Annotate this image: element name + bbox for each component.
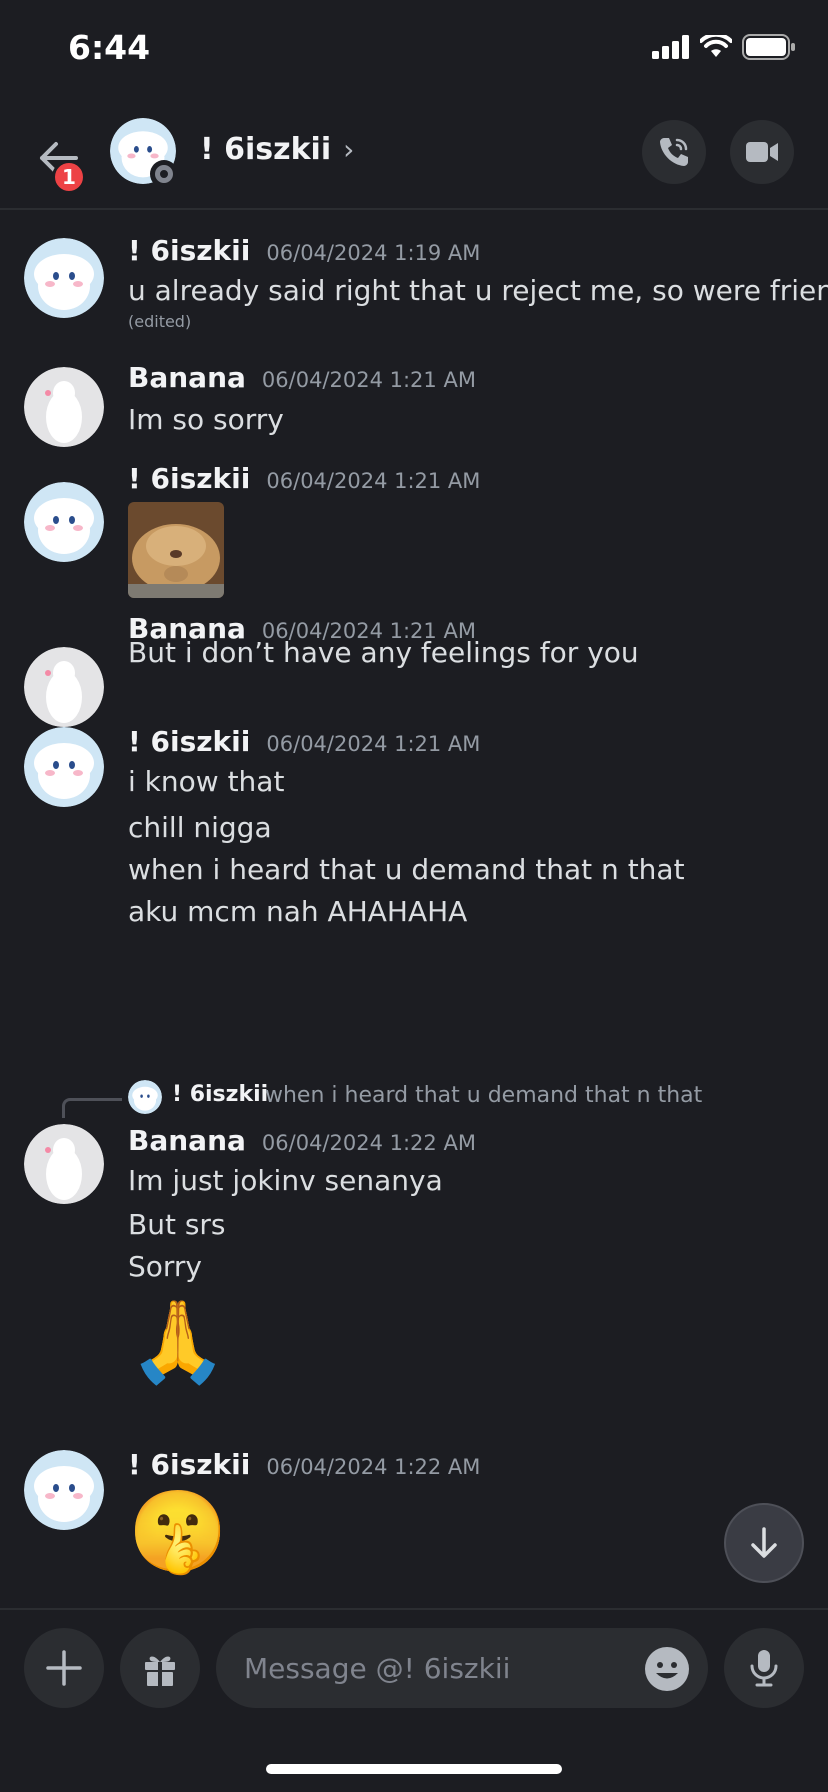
message-text: Sorry	[128, 1250, 203, 1283]
cat-face-image[interactable]	[128, 502, 224, 598]
message-header: ! 6iszkii 06/04/2024 1:21 AM	[128, 462, 480, 495]
message-item[interactable]: ! 6iszkii 06/04/2024 1:19 AM u already s…	[0, 212, 828, 332]
home-indicator[interactable]	[266, 1764, 562, 1774]
message-text: Im so sorry	[128, 403, 284, 436]
jump-to-present-button[interactable]	[724, 1503, 804, 1583]
message-item[interactable]: ! 6iszkii 06/04/2024 1:22 AM 🤫	[0, 1448, 828, 1607]
avatar[interactable]	[24, 1450, 104, 1530]
message-input[interactable]	[244, 1628, 624, 1708]
message-item[interactable]: ! 6iszkii 06/04/2024 1:21 AM	[0, 462, 828, 612]
message-author[interactable]: ! 6iszkii	[128, 462, 250, 495]
message-item[interactable]: ! 6iszkii 06/04/2024 1:21 AM i know that…	[0, 725, 828, 928]
message-timestamp: 06/04/2024 1:21 AM	[266, 732, 481, 756]
offline-status-indicator	[150, 160, 178, 188]
conversation-name[interactable]: ! 6iszkii ›	[200, 132, 354, 167]
microphone-icon	[750, 1650, 778, 1687]
gift-icon	[145, 1656, 175, 1686]
message-timestamp: 06/04/2024 1:21 AM	[261, 368, 476, 392]
message-author[interactable]: Banana	[128, 361, 246, 394]
message-text: u already said right that u reject me, s…	[128, 274, 828, 307]
message-header: ! 6iszkii 06/04/2024 1:19 AM	[128, 234, 480, 267]
status-time: 6:44	[68, 28, 151, 67]
conversation-name-label: ! 6iszkii	[200, 132, 332, 167]
video-call-button[interactable]	[730, 120, 794, 184]
message-author[interactable]: Banana	[128, 1124, 246, 1157]
reply-preview[interactable]: ! 6iszkii when i heard that u demand tha…	[0, 1074, 828, 1118]
reply-avatar	[128, 1080, 162, 1114]
message-timestamp: 06/04/2024 1:22 AM	[266, 1455, 481, 1479]
message-list[interactable]: ! 6iszkii 06/04/2024 1:19 AM u already s…	[0, 212, 828, 1607]
shushing-face-emoji[interactable]: 🤫	[128, 1484, 228, 1580]
phone-call-icon	[660, 138, 688, 166]
avatar[interactable]	[24, 367, 104, 447]
message-composer	[0, 1608, 828, 1708]
chat-header: 1 ! 6iszkii ›	[0, 100, 828, 210]
avatar[interactable]	[24, 1124, 104, 1204]
message-timestamp: 06/04/2024 1:21 AM	[266, 469, 481, 493]
chevron-right-icon: ›	[343, 133, 355, 166]
avatar[interactable]	[24, 482, 104, 562]
message-text: Im just jokinv senanya	[128, 1164, 443, 1197]
cellular-signal-icon	[652, 35, 689, 59]
message-header: ! 6iszkii 06/04/2024 1:21 AM	[128, 725, 480, 758]
message-text: i know that	[128, 765, 285, 798]
avatar[interactable]	[24, 647, 104, 727]
message-header: Banana 06/04/2024 1:21 AM	[128, 361, 476, 394]
message-item[interactable]: Banana 06/04/2024 1:21 AM Im so sorry	[0, 337, 828, 447]
voice-call-button[interactable]	[642, 120, 706, 184]
plus-icon	[46, 1650, 82, 1686]
message-author[interactable]: ! 6iszkii	[128, 234, 250, 267]
message-header: ! 6iszkii 06/04/2024 1:22 AM	[128, 1448, 480, 1481]
gift-button[interactable]	[120, 1628, 200, 1708]
message-item[interactable]: Banana 06/04/2024 1:22 AM Im just jokinv…	[0, 1124, 828, 1424]
voice-message-button[interactable]	[724, 1628, 804, 1708]
message-item[interactable]: Banana 06/04/2024 1:21 AM But i don’t ha…	[0, 612, 828, 727]
message-text: But i don’t have any feelings for you	[128, 636, 639, 669]
message-timestamp: 06/04/2024 1:22 AM	[261, 1131, 476, 1155]
message-author[interactable]: ! 6iszkii	[128, 1448, 250, 1481]
avatar[interactable]	[24, 727, 104, 807]
status-icons	[652, 34, 796, 60]
reply-connector	[62, 1098, 122, 1118]
message-author[interactable]: ! 6iszkii	[128, 725, 250, 758]
message-text: when i heard that u demand that n that	[128, 853, 685, 886]
video-camera-icon	[746, 142, 778, 162]
message-timestamp: 06/04/2024 1:19 AM	[266, 241, 481, 265]
avatar[interactable]	[24, 238, 104, 318]
edited-label: (edited)	[128, 312, 192, 331]
status-bar: 6:44	[0, 0, 828, 100]
wifi-icon	[700, 35, 732, 57]
emoji-icon[interactable]	[644, 1646, 690, 1692]
folded-hands-emoji[interactable]: 🙏	[128, 1294, 228, 1390]
reply-author: ! 6iszkii	[172, 1082, 269, 1107]
unread-badge: 1	[52, 160, 86, 194]
attach-button[interactable]	[24, 1628, 104, 1708]
message-text: chill nigga	[128, 811, 272, 844]
message-header: Banana 06/04/2024 1:22 AM	[128, 1124, 476, 1157]
reply-text: when i heard that u demand that n that	[265, 1083, 703, 1108]
reply-preview[interactable]	[0, 924, 828, 964]
message-input-container[interactable]	[216, 1628, 708, 1708]
message-text: But srs	[128, 1208, 226, 1241]
battery-icon	[742, 34, 795, 60]
arrow-down-icon	[751, 1527, 777, 1558]
